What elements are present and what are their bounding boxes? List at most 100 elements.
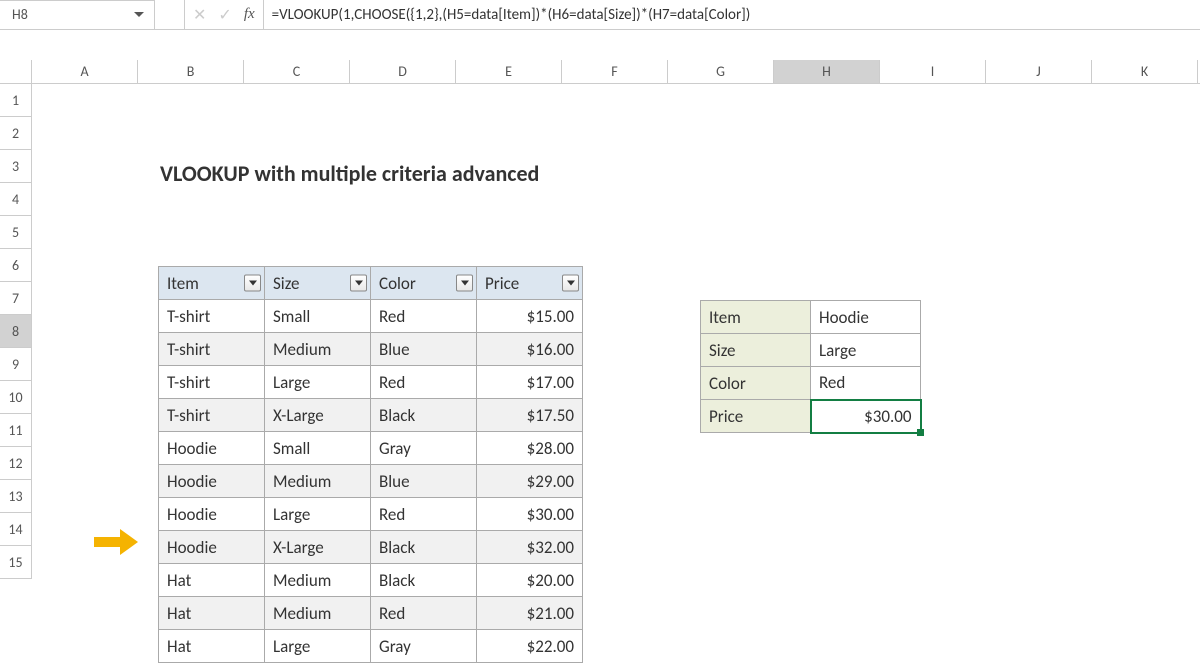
filter-dropdown-icon[interactable]	[562, 275, 579, 292]
row-header-4[interactable]: 4	[0, 183, 32, 216]
cell-price[interactable]: $28.00	[477, 432, 583, 465]
cell-price[interactable]: $15.00	[477, 300, 583, 333]
table-row[interactable]: T-shirtLargeRed$17.00	[159, 366, 583, 399]
cell-price[interactable]: $22.00	[477, 630, 583, 663]
lookup-label-item[interactable]: Item	[701, 301, 811, 334]
cell-color[interactable]: Black	[371, 531, 477, 564]
table-row[interactable]: HatMediumRed$21.00	[159, 597, 583, 630]
table-header-color[interactable]: Color	[371, 267, 477, 300]
column-header-I[interactable]: I	[880, 60, 986, 83]
table-row[interactable]: T-shirtSmallRed$15.00	[159, 300, 583, 333]
lookup-label-price[interactable]: Price	[701, 400, 811, 433]
table-row[interactable]: T-shirtX-LargeBlack$17.50	[159, 399, 583, 432]
cell-item[interactable]: Hoodie	[159, 432, 265, 465]
cell-item[interactable]: Hoodie	[159, 531, 265, 564]
table-row[interactable]: HoodieSmallGray$28.00	[159, 432, 583, 465]
row-header-3[interactable]: 3	[0, 150, 32, 183]
filter-dropdown-icon[interactable]	[350, 275, 367, 292]
cell-color[interactable]: Blue	[371, 333, 477, 366]
cell-color[interactable]: Blue	[371, 465, 477, 498]
cell-color[interactable]: Black	[371, 564, 477, 597]
cancel-icon[interactable]: ✕	[193, 5, 206, 25]
cell-price[interactable]: $17.00	[477, 366, 583, 399]
table-row[interactable]: HoodieMediumBlue$29.00	[159, 465, 583, 498]
cell-color[interactable]: Gray	[371, 630, 477, 663]
cell-item[interactable]: Hoodie	[159, 498, 265, 531]
cell-size[interactable]: Medium	[265, 564, 371, 597]
row-header-9[interactable]: 9	[0, 348, 32, 381]
cell-price[interactable]: $17.50	[477, 399, 583, 432]
row-header-12[interactable]: 12	[0, 447, 32, 480]
cell-size[interactable]: Medium	[265, 333, 371, 366]
row-header-8[interactable]: 8	[0, 315, 32, 348]
cell-price[interactable]: $21.00	[477, 597, 583, 630]
formula-input[interactable]: =VLOOKUP(1,CHOOSE({1,2},(H5=data[Item])*…	[264, 0, 1200, 30]
row-header-1[interactable]: 1	[0, 84, 32, 117]
row-header-15[interactable]: 15	[0, 546, 32, 579]
lookup-value-price[interactable]: $30.00	[811, 400, 921, 433]
table-row[interactable]: HoodieLargeRed$30.00	[159, 498, 583, 531]
lookup-label-color[interactable]: Color	[701, 367, 811, 400]
lookup-value-item[interactable]: Hoodie	[811, 301, 921, 334]
row-header-6[interactable]: 6	[0, 249, 32, 282]
cell-color[interactable]: Red	[371, 597, 477, 630]
filter-dropdown-icon[interactable]	[244, 275, 261, 292]
cell-color[interactable]: Red	[371, 498, 477, 531]
row-header-2[interactable]: 2	[0, 117, 32, 150]
row-header-7[interactable]: 7	[0, 282, 32, 315]
cell-color[interactable]: Red	[371, 300, 477, 333]
column-header-A[interactable]: A	[32, 60, 138, 83]
lookup-value-size[interactable]: Large	[811, 334, 921, 367]
column-header-J[interactable]: J	[986, 60, 1092, 83]
fx-icon[interactable]: fx	[244, 6, 255, 23]
cell-size[interactable]: X-Large	[265, 531, 371, 564]
row-header-13[interactable]: 13	[0, 480, 32, 513]
cell-item[interactable]: Hat	[159, 564, 265, 597]
cell-size[interactable]: Small	[265, 432, 371, 465]
enter-icon[interactable]: ✓	[218, 5, 231, 25]
cell-size[interactable]: Medium	[265, 465, 371, 498]
column-header-G[interactable]: G	[668, 60, 774, 83]
cell-color[interactable]: Black	[371, 399, 477, 432]
name-box[interactable]: H8	[0, 0, 155, 30]
column-header-D[interactable]: D	[350, 60, 456, 83]
table-row[interactable]: HatMediumBlack$20.00	[159, 564, 583, 597]
cell-item[interactable]: T-shirt	[159, 366, 265, 399]
cell-size[interactable]: Small	[265, 300, 371, 333]
row-header-11[interactable]: 11	[0, 414, 32, 447]
cell-size[interactable]: Large	[265, 366, 371, 399]
table-header-size[interactable]: Size	[265, 267, 371, 300]
cell-item[interactable]: T-shirt	[159, 333, 265, 366]
cell-size[interactable]: Large	[265, 498, 371, 531]
table-row[interactable]: HatLargeGray$22.00	[159, 630, 583, 663]
row-header-10[interactable]: 10	[0, 381, 32, 414]
table-row[interactable]: HoodieX-LargeBlack$32.00	[159, 531, 583, 564]
column-header-H[interactable]: H	[774, 60, 880, 83]
row-header-14[interactable]: 14	[0, 513, 32, 546]
cell-price[interactable]: $29.00	[477, 465, 583, 498]
row-header-5[interactable]: 5	[0, 216, 32, 249]
cell-price[interactable]: $16.00	[477, 333, 583, 366]
cell-price[interactable]: $20.00	[477, 564, 583, 597]
cell-color[interactable]: Gray	[371, 432, 477, 465]
lookup-label-size[interactable]: Size	[701, 334, 811, 367]
column-header-K[interactable]: K	[1092, 60, 1198, 83]
column-header-E[interactable]: E	[456, 60, 562, 83]
table-header-price[interactable]: Price	[477, 267, 583, 300]
cell-price[interactable]: $30.00	[477, 498, 583, 531]
cell-size[interactable]: Medium	[265, 597, 371, 630]
lookup-value-color[interactable]: Red	[811, 367, 921, 400]
cell-item[interactable]: T-shirt	[159, 300, 265, 333]
cell-size[interactable]: X-Large	[265, 399, 371, 432]
cell-color[interactable]: Red	[371, 366, 477, 399]
cell-size[interactable]: Large	[265, 630, 371, 663]
column-header-C[interactable]: C	[244, 60, 350, 83]
cell-item[interactable]: Hoodie	[159, 465, 265, 498]
cell-item[interactable]: Hat	[159, 630, 265, 663]
table-header-item[interactable]: Item	[159, 267, 265, 300]
cell-price[interactable]: $32.00	[477, 531, 583, 564]
column-header-B[interactable]: B	[138, 60, 244, 83]
cell-item[interactable]: T-shirt	[159, 399, 265, 432]
table-row[interactable]: T-shirtMediumBlue$16.00	[159, 333, 583, 366]
cell-item[interactable]: Hat	[159, 597, 265, 630]
